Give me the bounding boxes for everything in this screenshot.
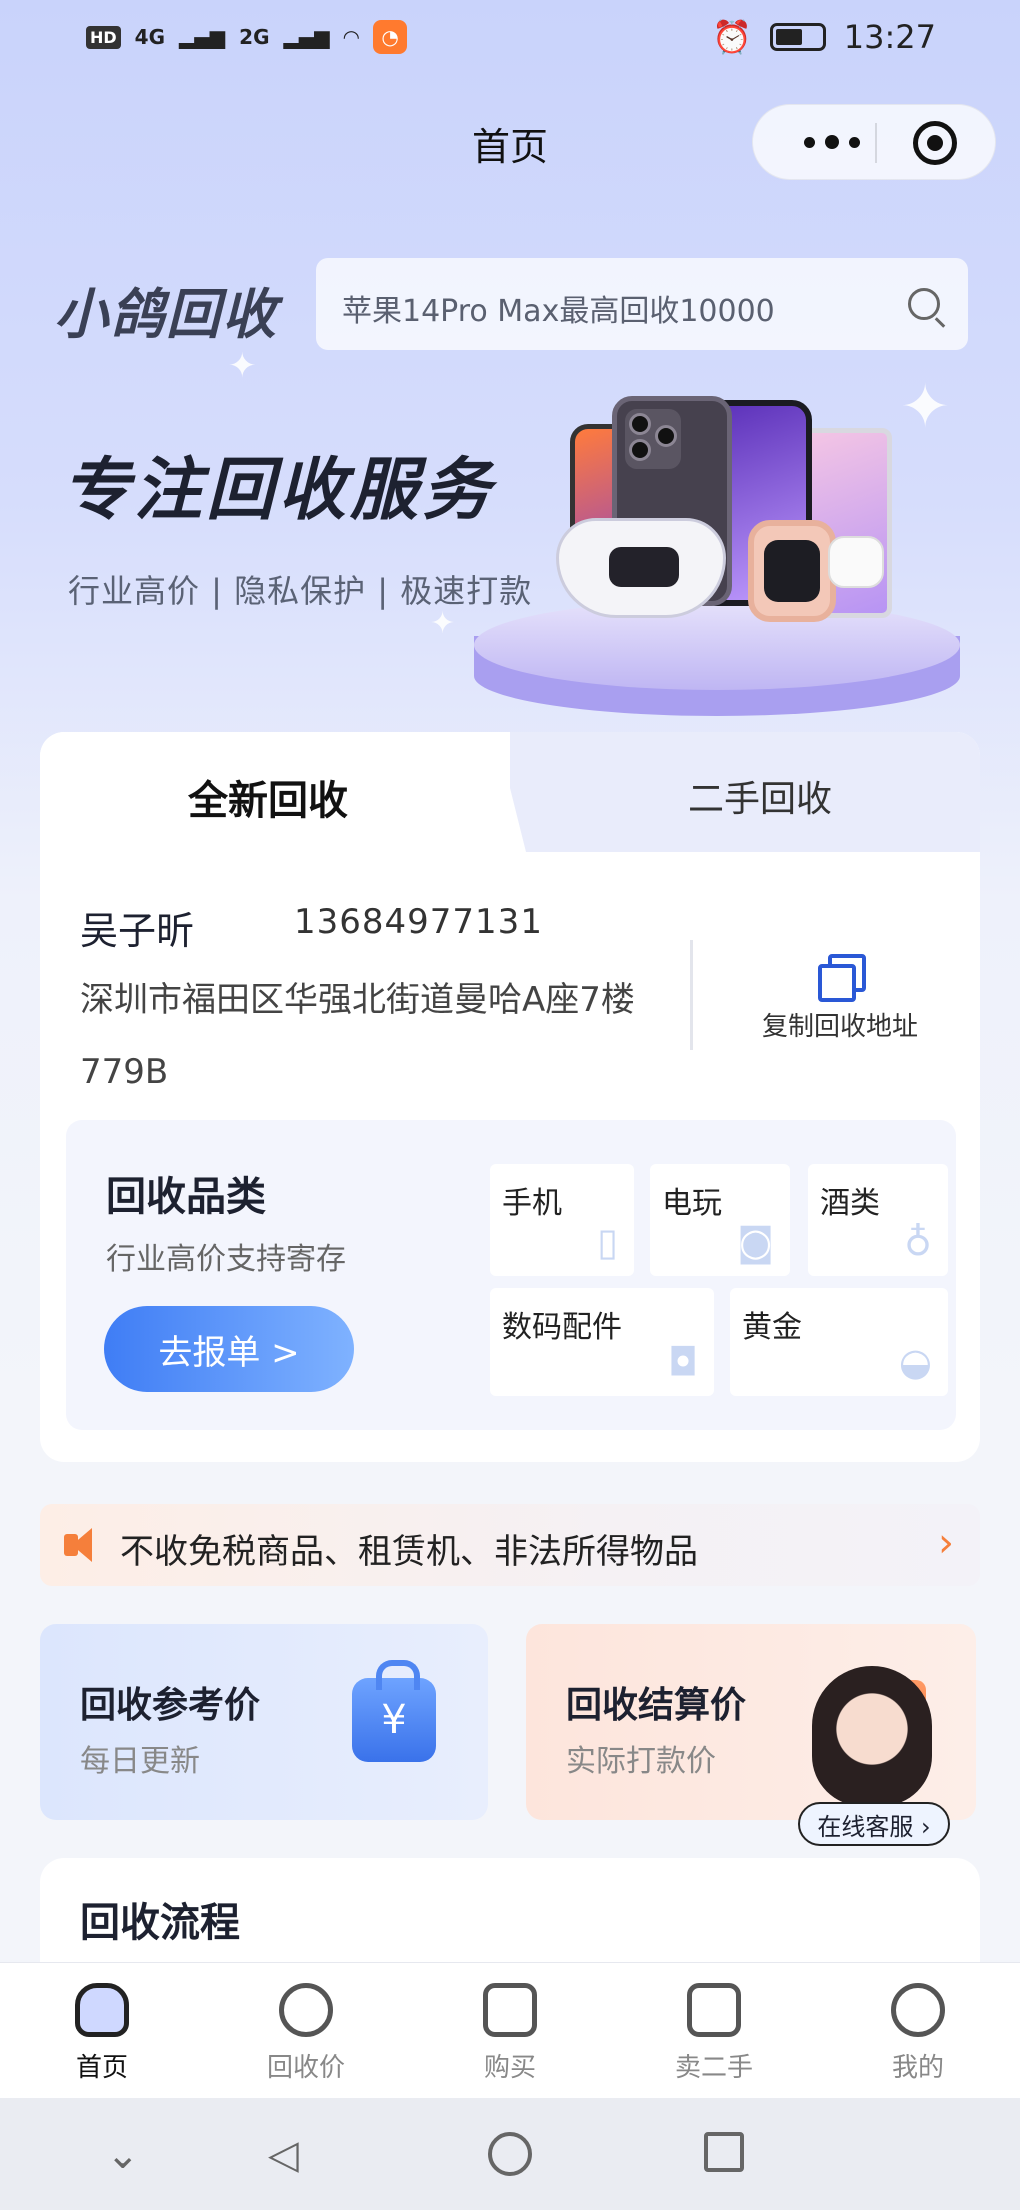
chevron-right-icon[interactable]: ›: [938, 1520, 954, 1566]
brand-logo: 小鸽回收: [54, 283, 278, 346]
system-navigation-bar: ⌄ ◁: [0, 2098, 1020, 2210]
tab-label: 回收价: [266, 2053, 345, 2083]
banner-title: 专注回收服务: [62, 451, 495, 530]
watch-image: [748, 520, 836, 622]
gamepad-icon: ◙: [737, 1220, 774, 1264]
search-bar[interactable]: 苹果14Pro Max最高回收10000: [316, 258, 968, 350]
wifi-icon: ◠: [343, 25, 360, 49]
copy-icon[interactable]: [818, 954, 866, 1002]
camera-icon: ◘: [667, 1340, 698, 1384]
support-agent-avatar: [812, 1666, 932, 1806]
tab-label: 购买: [483, 2053, 536, 2083]
online-support-widget[interactable]: 在线客服 ›: [798, 1666, 950, 1846]
nav-home-icon[interactable]: [488, 2132, 532, 2176]
status-left-icons: HD 4G ▂▄▆ 2G ▂▄▆ ◠ ◔: [86, 20, 408, 54]
signal-icon: ▂▄▆: [179, 25, 226, 49]
category-label: 数码配件: [502, 1310, 622, 1345]
recipient-name: 吴子昕: [80, 909, 195, 953]
sparkle-icon: ✦: [228, 346, 257, 386]
search-placeholder: 苹果14Pro Max最高回收10000: [342, 294, 775, 329]
tab-new-recycle[interactable]: 全新回收: [40, 768, 496, 826]
hd-icon: HD: [86, 25, 121, 49]
tab-label: 首页: [75, 2053, 128, 2083]
recipient-phone: 13684977131: [294, 902, 543, 942]
tab-sell-used[interactable]: 卖二手: [644, 1983, 784, 2084]
speaker-icon: [62, 1526, 102, 1564]
capsule-divider: [875, 123, 877, 163]
settlement-price-title: 回收结算价: [566, 1685, 747, 1726]
reference-price-subtitle: 每日更新: [80, 1744, 200, 1779]
tab-label: 我的: [891, 2053, 944, 2083]
status-bar: HD 4G ▂▄▆ 2G ▂▄▆ ◠ ◔ ⏰ 13:27: [0, 0, 1020, 80]
tab-label: 卖二手: [674, 2053, 753, 2083]
tab-recycle-price[interactable]: 回收价: [236, 1983, 376, 2084]
category-title: 回收品类: [106, 1174, 266, 1220]
signal-icon: ▂▄▆: [283, 25, 330, 49]
category-phone[interactable]: 手机 ▯: [490, 1164, 634, 1276]
status-time: 13:27: [843, 18, 936, 56]
tab-mine[interactable]: 我的: [848, 1983, 988, 2084]
app-notification-icon: ◔: [373, 20, 408, 54]
tab-used-recycle[interactable]: 二手回收: [560, 770, 960, 822]
copy-address-button[interactable]: 复制回收地址: [720, 1006, 960, 1043]
network-4g-indicator: 4G: [134, 25, 166, 49]
status-right-icons: ⏰ 13:27: [712, 18, 936, 56]
notice-text: 不收免税商品、租赁机、非法所得物品: [120, 1532, 698, 1572]
earbuds-image: [828, 536, 884, 588]
banner-subtitle: 行业高价 | 隐私保护 | 极速打款: [68, 572, 533, 610]
more-icon[interactable]: [787, 127, 877, 157]
category-liquor[interactable]: 酒类 ♁: [808, 1164, 948, 1276]
close-program-icon[interactable]: [913, 121, 957, 165]
network-2g-indicator: 2G: [239, 25, 270, 49]
game-controller-image: [556, 518, 726, 618]
profile-face-icon: [891, 1983, 945, 2037]
home-icon: [75, 1983, 129, 2037]
bottle-icon: ♁: [904, 1220, 932, 1264]
category-panel: 回收品类 行业高价支持寄存 去报单 > 手机 ▯ 电玩 ◙ 酒类 ♁ 数码配件 …: [66, 1120, 956, 1430]
category-digital-accessories[interactable]: 数码配件 ◘: [490, 1288, 714, 1396]
category-subtitle: 行业高价支持寄存: [106, 1242, 346, 1277]
nav-recent-icon[interactable]: [704, 2132, 744, 2172]
phone-icon: ▯: [597, 1220, 618, 1264]
battery-icon: [769, 23, 826, 51]
box-icon: [687, 1983, 741, 2037]
category-label: 电玩: [662, 1186, 722, 1221]
reference-price-title: 回收参考价: [80, 1685, 261, 1726]
category-games[interactable]: 电玩 ◙: [650, 1164, 790, 1276]
reference-price-card[interactable]: 回收参考价 每日更新 ¥: [40, 1624, 488, 1820]
online-support-button[interactable]: 在线客服 ›: [798, 1802, 950, 1846]
recycle-flow-title: 回收流程: [80, 1900, 240, 1946]
banner-podium: [474, 600, 960, 720]
price-tag-icon: [279, 1983, 333, 2037]
category-label: 手机: [502, 1186, 562, 1221]
tab-buy[interactable]: 购买: [440, 1983, 580, 2084]
gold-ingot-icon: ◒: [898, 1340, 932, 1384]
notice-bar[interactable]: 不收免税商品、租赁机、非法所得物品 ›: [40, 1504, 980, 1586]
search-icon[interactable]: [908, 288, 940, 320]
bottom-tab-bar: 首页 回收价 购买 卖二手 我的: [0, 1962, 1020, 2098]
sparkle-icon: ✦: [900, 372, 951, 442]
alarm-icon: ⏰: [711, 18, 752, 56]
recycle-address: 深圳市福田区华强北街道曼哈A座7楼779B: [80, 980, 635, 1092]
shopping-bag-icon: [483, 1983, 537, 2037]
recycle-card: 全新回收 二手回收 吴子昕 13684977131 深圳市福田区华强北街道曼哈A…: [40, 732, 980, 1462]
mini-program-capsule: [752, 104, 996, 180]
submit-order-button[interactable]: 去报单 >: [104, 1306, 354, 1392]
tab-home[interactable]: 首页: [32, 1983, 172, 2084]
category-label: 黄金: [742, 1310, 802, 1345]
settlement-price-subtitle: 实际打款价: [566, 1744, 716, 1779]
category-label: 酒类: [820, 1186, 880, 1221]
nav-back-icon[interactable]: ◁: [268, 2132, 299, 2178]
shopping-bag-icon: ¥: [352, 1660, 436, 1762]
address-divider: [690, 940, 693, 1050]
nav-collapse-icon[interactable]: ⌄: [106, 2132, 140, 2178]
category-gold[interactable]: 黄金 ◒: [730, 1288, 948, 1396]
